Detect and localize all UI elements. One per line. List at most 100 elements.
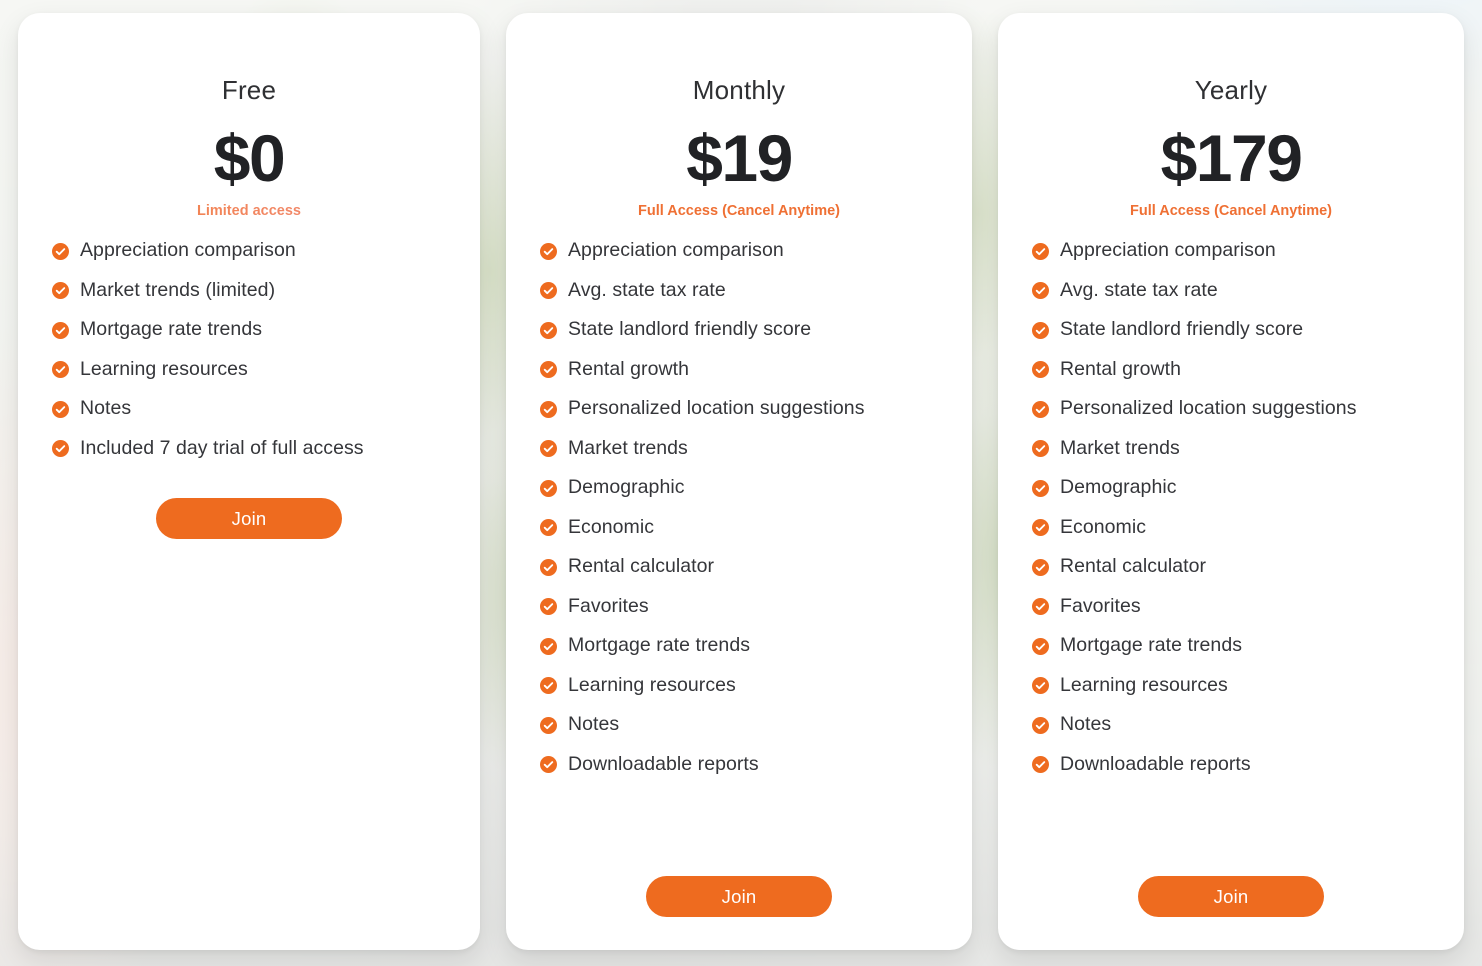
feature-label: State landlord friendly score	[568, 318, 812, 341]
plan-price: $0	[213, 120, 286, 195]
feature-item: State landlord friendly score	[1032, 320, 1442, 340]
feature-item: Appreciation comparison	[1032, 241, 1442, 261]
feature-label: Rental growth	[568, 357, 689, 380]
check-circle-icon	[1032, 598, 1049, 616]
feature-item: Appreciation comparison	[52, 241, 458, 261]
feature-label: Favorites	[1060, 594, 1141, 617]
check-circle-icon	[540, 677, 557, 695]
check-circle-icon	[540, 361, 557, 379]
feature-label: Demographic	[568, 476, 685, 499]
feature-label: Notes	[568, 713, 620, 736]
feature-item: Market trends (limited)	[52, 280, 458, 301]
feature-item: Appreciation comparison	[540, 241, 950, 261]
feature-item: Avg. state tax rate	[1032, 278, 1442, 301]
plan-name: Yearly	[1194, 75, 1268, 105]
feature-item: Downloadable reports	[540, 752, 950, 775]
check-circle-icon	[52, 400, 69, 418]
plan-price: $179	[1160, 120, 1303, 195]
check-circle-icon	[1032, 519, 1049, 537]
check-circle-icon	[540, 282, 557, 300]
feature-label: Personalized location suggestions	[1060, 397, 1357, 420]
check-circle-icon	[1032, 716, 1049, 734]
feature-item: Favorites	[1032, 594, 1442, 617]
feature-label: Learning resources	[1060, 673, 1228, 696]
check-circle-icon	[1032, 440, 1049, 458]
feature-item: Personalized location suggestions	[540, 399, 950, 419]
feature-label: Avg. state tax rate	[1060, 278, 1218, 301]
feature-list-monthly: Appreciation comparison Avg. state tax ra…	[528, 241, 950, 774]
feature-label: Downloadable reports	[568, 752, 759, 775]
pricing-plans-container: Free $0 Limited access Appreciation comp…	[0, 0, 1482, 966]
check-circle-icon	[540, 321, 557, 339]
feature-label: State landlord friendly score	[1060, 318, 1304, 341]
plan-subtitle: Full Access (Cancel Anytime)	[1130, 203, 1332, 220]
check-circle-icon	[52, 242, 69, 260]
check-circle-icon	[1032, 677, 1049, 695]
cta-container-monthly: Join	[528, 876, 950, 917]
check-circle-icon	[540, 756, 557, 774]
feature-item: Downloadable reports	[1032, 752, 1442, 775]
check-circle-icon	[1032, 321, 1049, 339]
feature-item: Demographic	[540, 478, 950, 498]
feature-label: Favorites	[568, 594, 649, 617]
check-circle-icon	[540, 558, 557, 576]
check-circle-icon	[540, 400, 557, 418]
feature-item: Rental calculator	[540, 557, 950, 577]
feature-label: Learning resources	[568, 673, 736, 696]
join-button-monthly[interactable]: Join	[646, 876, 832, 917]
check-circle-icon	[540, 716, 557, 734]
feature-item: Economic	[540, 517, 950, 538]
feature-item: Learning resources	[52, 357, 458, 380]
feature-item: Avg. state tax rate	[540, 280, 950, 301]
feature-item: Included 7 day trial of full access	[52, 438, 458, 459]
feature-label: Downloadable reports	[1060, 752, 1251, 775]
feature-item: Mortgage rate trends	[52, 320, 458, 340]
feature-item: Notes	[540, 715, 950, 735]
check-circle-icon	[1032, 242, 1049, 260]
feature-item: Rental calculator	[1032, 557, 1442, 577]
cta-container-free: Join	[40, 498, 458, 540]
feature-label: Rental calculator	[1060, 555, 1207, 578]
check-circle-icon	[540, 519, 557, 537]
feature-label: Mortgage rate trends	[1060, 634, 1243, 657]
feature-item: Market trends	[1032, 436, 1442, 459]
feature-label: Market trends	[1060, 436, 1180, 459]
feature-item: Mortgage rate trends	[1032, 636, 1442, 656]
pricing-card-yearly: Yearly $179 Full Access (Cancel Anytime)…	[998, 13, 1464, 950]
feature-list-yearly: Appreciation comparison Avg. state tax ra…	[1020, 241, 1442, 774]
feature-label: Mortgage rate trends	[80, 318, 263, 341]
plan-subtitle: Full Access (Cancel Anytime)	[638, 203, 840, 220]
feature-item: Learning resources	[1032, 673, 1442, 696]
feature-item: State landlord friendly score	[540, 320, 950, 340]
plan-subtitle: Limited access	[40, 203, 458, 220]
pricing-card-monthly: Monthly $19 Full Access (Cancel Anytime)…	[506, 13, 972, 950]
check-circle-icon	[1032, 282, 1049, 300]
check-circle-icon	[540, 440, 557, 458]
feature-item: Mortgage rate trends	[540, 636, 950, 656]
check-circle-icon	[540, 598, 557, 616]
plan-price: $19	[686, 120, 793, 195]
join-button-free[interactable]: Join	[156, 498, 342, 540]
feature-label: Appreciation comparison	[1060, 239, 1276, 262]
join-button-yearly[interactable]: Join	[1138, 876, 1324, 917]
cta-container-yearly: Join	[1020, 876, 1442, 917]
check-circle-icon	[1032, 756, 1049, 774]
feature-item: Notes	[1032, 715, 1442, 735]
check-circle-icon	[1032, 361, 1049, 379]
feature-item: Learning resources	[540, 673, 950, 696]
feature-label: Appreciation comparison	[568, 239, 784, 262]
check-circle-icon	[52, 282, 69, 300]
check-circle-icon	[1032, 558, 1049, 576]
check-circle-icon	[52, 321, 69, 339]
feature-label: Learning resources	[80, 357, 248, 380]
feature-item: Personalized location suggestions	[1032, 399, 1442, 419]
plan-header-monthly: Monthly $19 Full Access (Cancel Anytime)	[528, 13, 950, 220]
feature-label: Personalized location suggestions	[568, 397, 865, 420]
pricing-card-free: Free $0 Limited access Appreciation comp…	[18, 13, 480, 950]
feature-item: Market trends	[540, 438, 950, 459]
feature-item: Economic	[1032, 515, 1442, 538]
feature-label: Economic	[1060, 515, 1147, 538]
plan-name: Monthly	[692, 75, 786, 105]
feature-item: Rental growth	[1032, 359, 1442, 380]
check-circle-icon	[540, 479, 557, 497]
